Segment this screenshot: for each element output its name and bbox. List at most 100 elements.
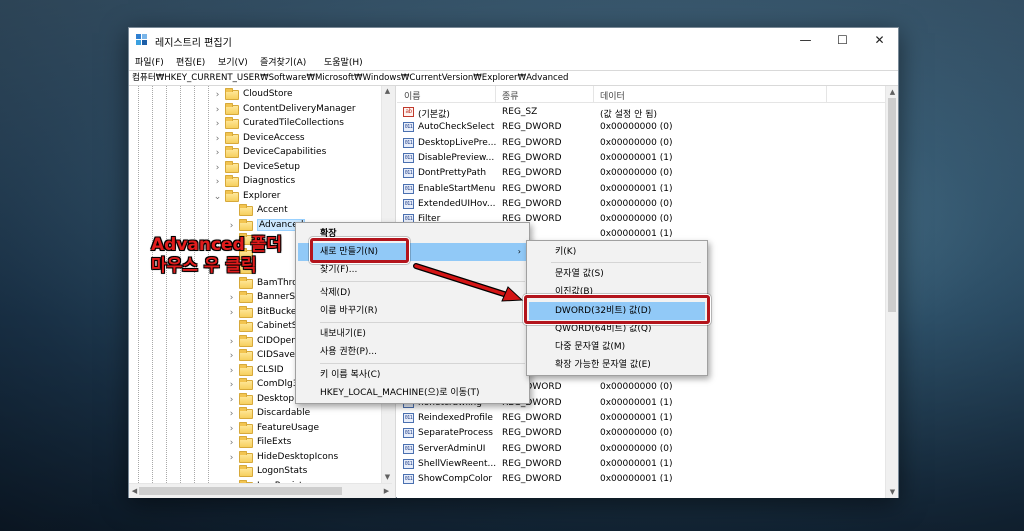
expand-chevron-icon[interactable]: › xyxy=(227,351,236,361)
menu-favorites[interactable]: 즐겨찾기(A) xyxy=(260,55,306,68)
tree-item[interactable]: › CloudStore xyxy=(129,88,381,103)
expand-chevron-icon[interactable]: › xyxy=(213,105,222,115)
value-name: DisablePreview... xyxy=(418,152,495,163)
context-menu-item[interactable]: 삭제(D) xyxy=(298,284,527,302)
scroll-right-arrow-icon[interactable]: ▶ xyxy=(381,484,392,499)
context-menu-item[interactable]: 사용 권한(P)... xyxy=(298,343,527,361)
value-row[interactable]: 011 DisablePreview... REG_DWORD 0x00000001 … xyxy=(397,151,885,166)
binary-value-icon: 011 xyxy=(403,183,414,194)
expand-chevron-icon[interactable]: › xyxy=(227,395,236,405)
expand-chevron-icon[interactable]: › xyxy=(227,337,236,347)
expand-chevron-icon[interactable]: › xyxy=(227,424,236,434)
binary-value-icon: 011 xyxy=(403,168,414,179)
expand-chevron-icon[interactable]: › xyxy=(213,119,222,129)
folder-icon xyxy=(239,218,253,231)
menu-separator xyxy=(551,262,701,263)
value-data: 0x00000001 (1) xyxy=(600,474,673,485)
submenu-item[interactable]: 확장 가능한 문자열 값(E) xyxy=(529,356,705,374)
tree-item[interactable]: › HideDesktopIcons xyxy=(129,450,381,466)
close-button[interactable]: ✕ xyxy=(861,28,898,53)
submenu-item[interactable]: 다중 문자열 값(M) xyxy=(529,338,705,356)
expand-chevron-icon[interactable] xyxy=(227,467,236,477)
expand-chevron-icon[interactable] xyxy=(227,322,236,332)
tree-item-label: CloudStore xyxy=(243,89,293,99)
scroll-thumb[interactable] xyxy=(139,487,342,495)
maximize-button[interactable]: ☐ xyxy=(824,28,861,53)
expand-chevron-icon[interactable]: › xyxy=(227,293,236,303)
expand-chevron-icon[interactable] xyxy=(227,279,236,289)
menu-file[interactable]: 파일(F) xyxy=(135,55,164,68)
list-header: 이름 종류 데이터 xyxy=(397,86,885,103)
tree-item-label: FeatureUsage xyxy=(257,422,320,433)
value-type: REG_DWORD xyxy=(502,168,562,179)
tree-item[interactable]: LogonStats xyxy=(129,465,381,480)
expand-chevron-icon[interactable]: › xyxy=(213,90,222,100)
expand-chevron-icon[interactable]: › xyxy=(227,380,236,390)
expand-chevron-icon[interactable]: › xyxy=(227,438,236,448)
value-row[interactable]: 011 AutoCheckSelect REG_DWORD 0x00000000 (0… xyxy=(397,120,885,135)
value-row[interactable]: 011 DontPrettyPath REG_DWORD 0x00000000 (0) xyxy=(397,166,885,181)
tree-item[interactable]: › Discardable xyxy=(129,407,381,422)
context-menu-item[interactable]: 이름 바꾸기(R) xyxy=(298,302,527,320)
expand-chevron-icon[interactable]: › xyxy=(227,308,236,318)
menu-view[interactable]: 보기(V) xyxy=(218,55,248,68)
tree-item-label: ComDlg3 xyxy=(257,379,299,389)
tree-horizontal-scrollbar[interactable]: ◀ ▶ xyxy=(129,483,392,498)
tree-item[interactable]: › Diagnostics xyxy=(129,175,381,190)
context-menu-item[interactable]: HKEY_LOCAL_MACHINE(으)로 이동(T) xyxy=(298,384,527,402)
value-row[interactable]: 011 ReindexedProfile REG_DWORD 0x00000001 (… xyxy=(397,411,885,426)
scroll-thumb[interactable] xyxy=(888,98,896,312)
expand-chevron-icon[interactable]: › xyxy=(213,134,222,144)
submenu-item[interactable]: 문자열 값(S) xyxy=(529,265,705,283)
tree-item[interactable]: › FileExts xyxy=(129,436,381,451)
tree-item[interactable]: ⌄ Explorer xyxy=(129,189,381,205)
scroll-up-arrow-icon[interactable]: ▲ xyxy=(886,86,899,98)
value-row[interactable]: 011 EnableStartMenu REG_DWORD 0x00000001 (1… xyxy=(397,182,885,197)
tree-item[interactable]: Accent xyxy=(129,204,381,219)
tree-item-label: Desktop xyxy=(257,393,295,404)
tree-item[interactable]: › FeatureUsage xyxy=(129,421,381,437)
value-row[interactable]: 011 ServerAdminUI REG_DWORD 0x00000000 (0) xyxy=(397,442,885,457)
expand-chevron-icon[interactable]: › xyxy=(227,453,236,463)
submenu-item[interactable]: 키(K) xyxy=(529,243,705,261)
context-menu-item[interactable]: 내보내기(E) xyxy=(298,325,527,343)
expand-chevron-icon[interactable]: › xyxy=(213,148,222,158)
expand-chevron-icon[interactable]: ⌄ xyxy=(213,192,222,202)
tree-item[interactable]: › ContentDeliveryManager xyxy=(129,102,381,118)
expand-chevron-icon[interactable]: › xyxy=(227,366,236,376)
tree-item[interactable]: › DeviceSetup xyxy=(129,160,381,176)
value-row[interactable]: 011 ExtendedUIHov... REG_DWORD 0x00000000 (… xyxy=(397,197,885,212)
value-row[interactable]: 011 ShowCompColor REG_DWORD 0x00000001 (1) xyxy=(397,472,885,487)
binary-value-icon: 011 xyxy=(403,428,414,439)
value-row[interactable]: ab (기본값) REG_SZ (값 설정 안 됨) xyxy=(397,105,885,120)
column-header-data[interactable]: 데이터 xyxy=(600,89,625,102)
value-row[interactable]: 011 DesktopLivePre... REG_DWORD 0x00000000 … xyxy=(397,136,885,151)
value-row[interactable]: 011 SeparateProcess REG_DWORD 0x00000000 (0… xyxy=(397,426,885,441)
expand-chevron-icon[interactable]: › xyxy=(213,163,222,173)
tree-item[interactable]: › CuratedTileCollections xyxy=(129,117,381,132)
menu-edit[interactable]: 편집(E) xyxy=(176,55,205,68)
column-separator[interactable] xyxy=(593,86,594,103)
column-header-type[interactable]: 종류 xyxy=(502,89,519,102)
tree-item[interactable]: › DeviceAccess xyxy=(129,131,381,147)
context-menu-item[interactable]: 찾기(F)... xyxy=(298,261,527,279)
tree-item[interactable]: › DeviceCapabilities xyxy=(129,146,381,161)
column-separator[interactable] xyxy=(495,86,496,103)
value-row[interactable]: 011 ShellViewReent... REG_DWORD 0x00000001 … xyxy=(397,457,885,472)
value-type: REG_SZ xyxy=(502,107,538,117)
context-menu-item[interactable]: 키 이름 복사(C) xyxy=(298,366,527,384)
expand-chevron-icon[interactable]: › xyxy=(227,409,236,419)
scroll-down-arrow-icon[interactable]: ▼ xyxy=(886,486,899,498)
menu-help[interactable]: 도움말(H) xyxy=(324,55,363,68)
value-type: REG_DWORD xyxy=(502,428,562,439)
expand-chevron-icon[interactable]: › xyxy=(213,177,222,187)
column-separator[interactable] xyxy=(826,86,827,103)
column-header-name[interactable]: 이름 xyxy=(404,89,421,102)
binary-value-icon: 011 xyxy=(403,198,414,209)
expand-chevron-icon[interactable] xyxy=(227,206,236,216)
value-type: REG_DWORD xyxy=(502,198,562,209)
expand-chevron-icon[interactable]: › xyxy=(227,221,236,231)
minimize-button[interactable]: — xyxy=(787,28,824,53)
list-vertical-scrollbar[interactable]: ▲ ▼ xyxy=(885,86,898,498)
address-bar[interactable]: 컴퓨터₩HKEY_CURRENT_USER₩Software₩Microsoft… xyxy=(129,70,898,86)
